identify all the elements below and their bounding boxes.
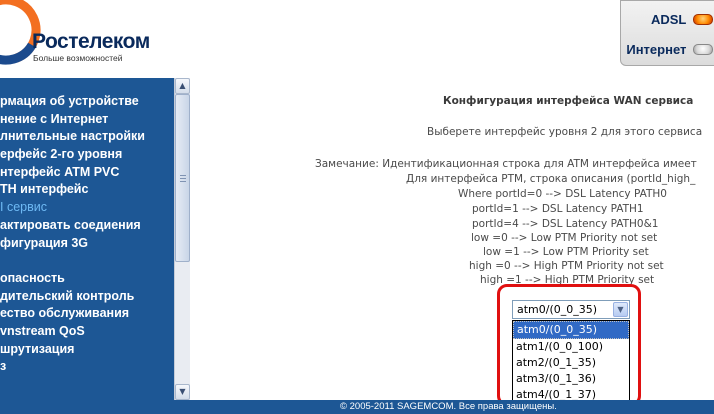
note-line: low =1 --> Low PTM Priority set xyxy=(483,246,649,258)
sidebar-item-3g-config[interactable]: фигурация 3G xyxy=(0,235,174,253)
chevron-up-icon: ▲ xyxy=(179,81,186,90)
main-content: Конфигурация интерфейса WAN сервиса Выбе… xyxy=(190,78,714,400)
internet-status-label: Интернет xyxy=(626,42,687,58)
sidebar-item-advanced-settings[interactable]: лнительные настройки xyxy=(0,128,174,146)
brand-name: Ростелеком xyxy=(32,30,150,53)
header: Ростелеком Больше возможностей ADSL Инте… xyxy=(0,0,714,78)
scrollbar-thumb[interactable] xyxy=(175,94,190,262)
adsl-status: ADSL xyxy=(651,11,713,27)
sidebar-spacer xyxy=(0,252,174,270)
page-title: Конфигурация интерфейса WAN сервиса xyxy=(443,95,694,107)
note-line: Замечание: Идентификационная строка для … xyxy=(315,158,697,170)
sidebar-item-layer2-interface[interactable]: ерфейс 2-го уровня xyxy=(0,146,174,164)
sidebar-item-dns[interactable]: з xyxy=(0,358,174,376)
brand-slogan: Больше возможностей xyxy=(33,53,123,63)
sidebar-item-device-info[interactable]: рмация об устройстве xyxy=(0,93,174,111)
note-line: portId=4 --> DSL Latency PATH0&1 xyxy=(472,218,659,230)
internet-status: Интернет xyxy=(626,41,713,57)
sidebar-item-atm-pvc[interactable]: нтерфейс ATM PVC xyxy=(0,164,174,182)
sidebar-menu: рмация об устройстве нение с Интернет лн… xyxy=(0,78,174,400)
note-line: portId=1 --> DSL Latency PATH1 xyxy=(472,203,644,215)
adsl-status-label: ADSL xyxy=(650,12,687,28)
note-line: high =0 --> High PTM Priority not set xyxy=(469,260,664,272)
footer: © 2005-2011 SAGEMCOM. Все права защищены… xyxy=(0,400,714,414)
connection-status-panel: ADSL Интернет xyxy=(620,0,714,66)
sidebar-item-security[interactable]: опасность xyxy=(0,270,174,288)
sidebar-item-qos[interactable]: ество обслуживания xyxy=(0,305,174,323)
note-line: Для интерфейса PTM, строка описания (por… xyxy=(406,173,696,185)
sidebar-item-internet-connection[interactable]: нение с Интернет xyxy=(0,111,174,129)
note-line: low =0 --> Low PTM Priority not set xyxy=(471,232,658,244)
scroll-down-button[interactable]: ▼ xyxy=(175,384,190,400)
internet-status-led-icon xyxy=(693,44,713,56)
sidebar-item-parental-control[interactable]: дительский контроль xyxy=(0,288,174,306)
page-subtitle: Выберете интерфейс уровня 2 для этого се… xyxy=(427,126,703,138)
annotation-highlight-ring xyxy=(497,284,641,400)
chevron-down-icon: ▼ xyxy=(179,387,186,396)
sidebar-item-edit-connections[interactable]: актировать соедиения xyxy=(0,217,174,235)
adsl-status-led-icon xyxy=(693,14,713,26)
copyright-text: © 2005-2011 SAGEMCOM. Все права защищены… xyxy=(340,401,557,412)
note-line: Where portId=0 --> DSL Latency PATH0 xyxy=(458,188,667,200)
sidebar-item-eth-interface[interactable]: TH интерфейс xyxy=(0,181,174,199)
sidebar-item-wan-service[interactable]: I сервис xyxy=(0,199,174,217)
sidebar-scrollbar[interactable]: ▲ ▼ xyxy=(174,78,190,400)
sidebar-item-downstream-qos[interactable]: vnstream QoS xyxy=(0,323,174,341)
sidebar-item-routing[interactable]: шрутизация xyxy=(0,341,174,359)
scroll-up-button[interactable]: ▲ xyxy=(175,78,190,94)
